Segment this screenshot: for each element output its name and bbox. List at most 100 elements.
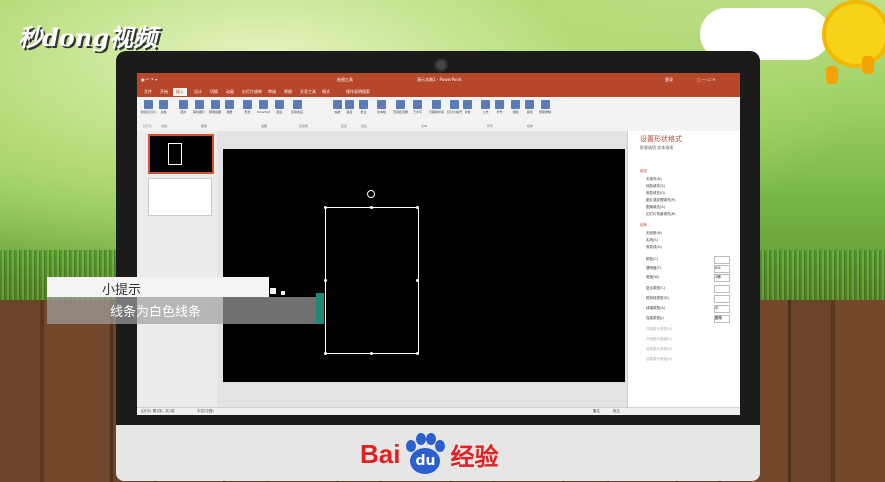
comment-button[interactable]: 批注 — [359, 100, 368, 114]
textbox-button[interactable]: 文本框 — [377, 100, 386, 114]
screen-recording-button[interactable]: 屏幕录制 — [539, 100, 551, 114]
property-label: 颜色(C) — [646, 257, 659, 261]
baidu-logo: Bai du 经验 — [360, 430, 498, 478]
rotate-handle-icon[interactable] — [367, 190, 375, 198]
resize-handle[interactable] — [370, 352, 373, 355]
width-field[interactable]: 1磅 — [714, 274, 730, 282]
tab-file[interactable]: 文件 — [141, 88, 155, 96]
tab-slideshow[interactable]: 幻灯片放映 — [239, 88, 265, 96]
signin-link[interactable]: 登录 — [665, 77, 673, 83]
tip-body: 线条为白色线条 — [110, 305, 202, 320]
group-label: 文本 — [421, 124, 428, 128]
chart-button[interactable]: 图表 — [275, 100, 284, 114]
tab-home[interactable]: 开始 — [157, 88, 171, 96]
join-type-dropdown[interactable]: 圆角 — [714, 315, 730, 323]
fill-option[interactable]: 图案填充(A) — [646, 205, 665, 210]
tab-format[interactable]: 格式 — [319, 88, 333, 96]
ribbon: 新建幻灯片 表格 图片 联机图片 屏幕截图 相册 形状 SmartArt 图表 … — [137, 97, 740, 132]
tip-decoration — [281, 291, 285, 295]
fill-option[interactable]: 无填充(N) — [646, 177, 662, 182]
symbol-button[interactable]: 符号 — [495, 100, 504, 114]
line-section-header[interactable]: 线条 — [640, 223, 647, 228]
tab-insert[interactable]: 插入 — [173, 88, 187, 96]
slide-number-button[interactable]: 幻灯片编号 — [447, 100, 462, 114]
baidu-text: Bai — [360, 438, 401, 469]
slide-canvas[interactable] — [223, 149, 625, 382]
resize-handle[interactable] — [324, 279, 327, 282]
fill-option[interactable]: 渐变填充(G) — [646, 191, 665, 196]
property-label: 开始箭头类型(B) — [646, 327, 673, 331]
album-button[interactable]: 相册 — [225, 100, 234, 114]
window-title: 演示文稿1 - PowerPoint — [417, 77, 462, 82]
fill-option[interactable]: 图片或纹理填充(P) — [646, 198, 675, 203]
resize-handle[interactable] — [416, 206, 419, 209]
table-button[interactable]: 表格 — [159, 100, 168, 114]
resize-handle[interactable] — [324, 352, 327, 355]
slide-thumbnail[interactable] — [148, 134, 214, 174]
line-option[interactable]: 无线条(N) — [646, 231, 662, 236]
fill-section-header[interactable]: 填充 — [640, 169, 647, 174]
property-label: 宽度(W) — [646, 275, 660, 279]
rectangle-shape[interactable] — [325, 207, 419, 354]
resize-handle[interactable] — [324, 206, 327, 209]
cap-type-dropdown[interactable]: 平 — [714, 305, 730, 313]
status-bar: 幻灯片 第1张，共1张 中文(中国) 备注 批注 — [137, 407, 740, 415]
compound-type-dropdown[interactable] — [714, 285, 730, 293]
online-picture-button[interactable]: 联机图片 — [193, 100, 205, 114]
store-button[interactable]: 应用商店 — [291, 100, 303, 114]
group-label: 表格 — [161, 124, 168, 128]
tip-title-box: 小提示 — [47, 277, 269, 298]
resize-handle[interactable] — [370, 206, 373, 209]
line-option[interactable]: 渐变线(G) — [646, 245, 662, 250]
paw-text: du — [410, 448, 441, 474]
dash-type-dropdown[interactable] — [714, 295, 730, 303]
link-button[interactable]: 链接 — [345, 100, 354, 114]
audio-button[interactable]: 音频 — [525, 100, 534, 114]
window-controls[interactable]: ▢ — ☐ ✕ — [697, 77, 716, 82]
group-label: 幻灯片 — [143, 124, 153, 128]
tip-title: 小提示 — [102, 283, 142, 298]
comments-button[interactable]: 批注 — [613, 409, 620, 414]
picture-button[interactable]: 图片 — [179, 100, 188, 114]
tab-review[interactable]: 审阅 — [265, 88, 279, 96]
object-button[interactable]: 对象 — [463, 100, 472, 114]
transparency-field[interactable]: 0% — [714, 265, 730, 273]
color-picker[interactable] — [714, 256, 730, 264]
baidu-jingyan-text: 经验 — [450, 442, 499, 471]
datetime-button[interactable]: 日期和时间 — [429, 100, 444, 114]
shapes-button[interactable]: 形状 — [243, 100, 252, 114]
video-button[interactable]: 视频 — [511, 100, 520, 114]
tab-animations[interactable]: 动画 — [223, 88, 237, 96]
zoom-button[interactable]: 缩放 — [333, 100, 342, 114]
group-label: 插图 — [261, 124, 268, 128]
fill-option[interactable]: 幻灯片背景填充(B) — [646, 212, 676, 217]
tell-me-search[interactable]: 操作说明搜索 — [343, 88, 373, 96]
new-slide-button[interactable]: 新建幻灯片 — [141, 100, 156, 114]
group-label: 符号 — [487, 124, 494, 128]
property-label: 结尾箭头类型(E) — [646, 347, 672, 351]
quick-access-icons[interactable]: ▣ ↶ ↷ ▾ — [141, 77, 157, 82]
property-label: 透明度(T) — [646, 266, 662, 270]
tab-view[interactable]: 视图 — [281, 88, 295, 96]
webcam-icon — [434, 58, 448, 72]
powerpoint-window: ▣ ↶ ↷ ▾ 绘图工具 演示文稿1 - PowerPoint 登录 ▢ — ☐… — [137, 73, 740, 415]
smartart-button[interactable]: SmartArt — [257, 100, 271, 114]
slide-thumbnail[interactable] — [148, 178, 212, 216]
tab-transitions[interactable]: 切换 — [207, 88, 221, 96]
pane-tabs[interactable]: 形状选项 文本选项 — [640, 145, 673, 151]
equation-button[interactable]: 公式 — [481, 100, 490, 114]
tab-developer[interactable]: 开发工具 — [297, 88, 319, 96]
line-option[interactable]: 实线(S) — [646, 238, 658, 243]
tab-design[interactable]: 设计 — [191, 88, 205, 96]
resize-handle[interactable] — [416, 279, 419, 282]
property-label: 复合类型(C) — [646, 286, 666, 290]
notes-button[interactable]: 备注 — [593, 409, 600, 414]
group-label: 媒体 — [527, 124, 534, 128]
fill-option[interactable]: 纯色填充(S) — [646, 184, 665, 189]
sun-ray — [826, 66, 838, 84]
wordart-button[interactable]: 艺术字 — [413, 100, 422, 114]
group-label: 链接 — [341, 124, 348, 128]
screenshot-button[interactable]: 屏幕截图 — [209, 100, 221, 114]
resize-handle[interactable] — [416, 352, 419, 355]
header-footer-button[interactable]: 页眉和页脚 — [393, 100, 408, 114]
